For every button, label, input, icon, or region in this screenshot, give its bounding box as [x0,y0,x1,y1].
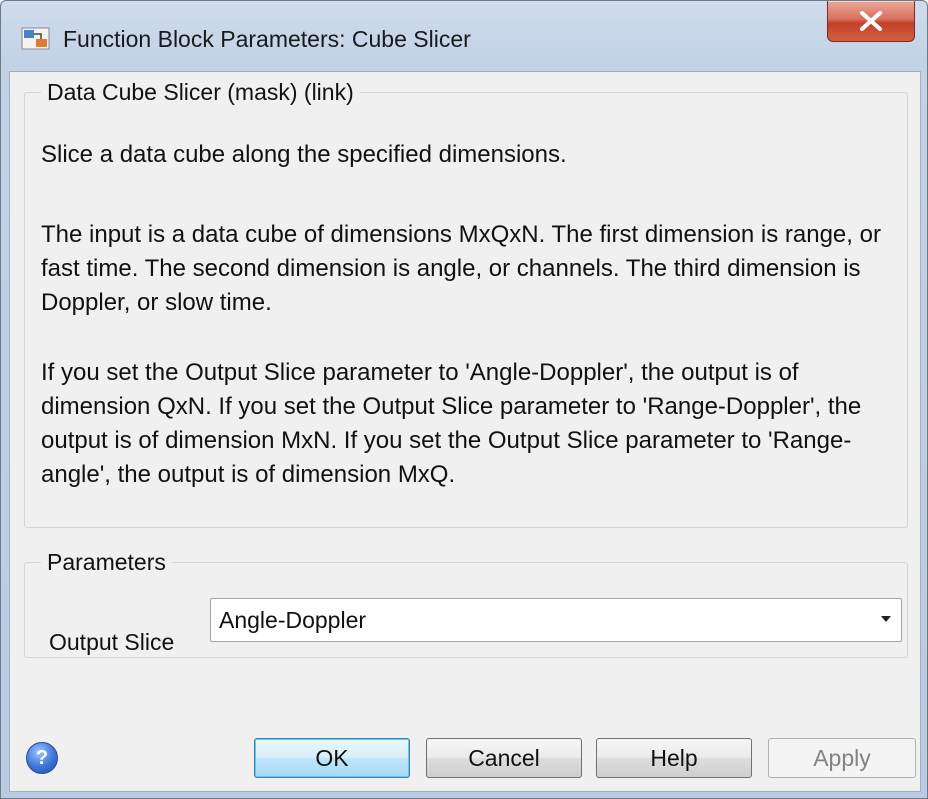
title-bar[interactable]: Function Block Parameters: Cube Slicer [1,1,927,71]
description-paragraph-2: The input is a data cube of dimensions M… [41,221,881,316]
dialog-window: Function Block Parameters: Cube Slicer D… [0,0,928,799]
description-paragraph-1: Slice a data cube along the specified di… [41,141,567,168]
description-paragraph-3: If you set the Output Slice parameter to… [41,359,862,488]
dialog-body: Data Cube Slicer (mask) (link) Slice a d… [9,71,921,792]
output-slice-dropdown[interactable]: Angle-Doppler [210,598,902,642]
description-heading: Data Cube Slicer (mask) (link) [41,79,360,106]
help-button[interactable]: Help [596,738,752,778]
cancel-button[interactable]: Cancel [426,738,582,778]
parameters-heading: Parameters [41,549,172,576]
close-icon [860,11,882,31]
output-slice-label: Output Slice [49,629,175,655]
help-question-icon[interactable]: ? [26,742,58,774]
ok-button[interactable]: OK [254,738,410,778]
window-title: Function Block Parameters: Cube Slicer [63,26,471,52]
description-group: Data Cube Slicer (mask) (link) Slice a d… [24,79,908,528]
output-slice-value: Angle-Doppler [219,607,367,633]
simulink-block-icon [21,27,50,50]
close-button[interactable] [827,1,915,42]
apply-button[interactable]: Apply [768,738,916,778]
chevron-down-icon[interactable] [881,616,891,622]
